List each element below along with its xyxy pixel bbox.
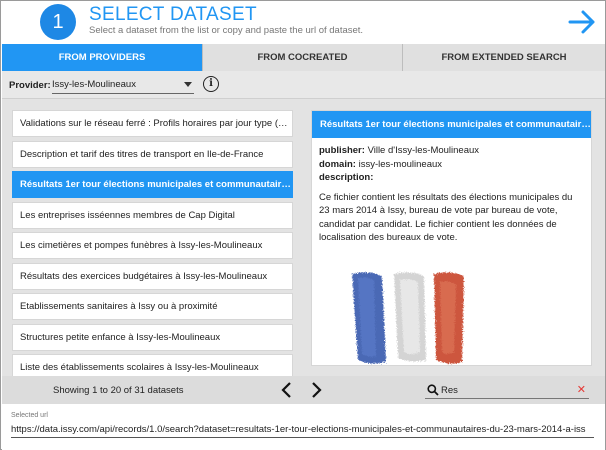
tab-from-extended-search[interactable]: FROM EXTENDED SEARCH — [403, 44, 605, 71]
list-item[interactable]: Etablissements sanitaires à Issy ou à pr… — [12, 293, 293, 320]
dataset-list: Validations sur le réseau ferré : Profil… — [12, 110, 293, 376]
search-icon — [427, 384, 439, 396]
page-subtitle: Select a dataset from the list or copy a… — [89, 25, 364, 36]
dataset-browser: Validations sur le réseau ferré : Profil… — [2, 99, 605, 376]
provider-selected-value: Issy-les-Moulineaux — [52, 79, 136, 90]
description-text: Ce fichier contient les résultats des él… — [319, 191, 573, 244]
list-item[interactable]: Les cimetières et pompes funèbres à Issy… — [12, 232, 293, 259]
provider-dropdown[interactable]: Issy-les-Moulineaux — [52, 76, 194, 94]
chevron-left-icon[interactable] — [279, 381, 295, 399]
publisher-value: Ville d'Issy-les-Moulineaux — [367, 145, 480, 156]
results-count: Showing 1 to 20 of 31 datasets — [53, 385, 184, 396]
page-title: SELECT DATASET — [89, 4, 257, 25]
arrow-right-icon[interactable] — [567, 7, 597, 37]
domain-value: issy-les-moulineaux — [358, 158, 443, 170]
list-item[interactable]: Liste des établissements scolaires à Iss… — [12, 354, 293, 376]
tab-from-cocreated[interactable]: FROM COCREATED — [203, 44, 403, 71]
source-tabs: FROM PROVIDERS FROM COCREATED FROM EXTEN… — [2, 44, 605, 71]
detail-title: Résultats 1er tour élections municipales… — [312, 111, 591, 138]
list-item[interactable]: Structures petite enfance à Issy-les-Mou… — [12, 323, 293, 351]
search-input[interactable] — [441, 382, 571, 398]
provider-bar: Provider: Issy-les-Moulineaux i — [2, 71, 605, 99]
tab-from-providers[interactable]: FROM PROVIDERS — [2, 44, 203, 71]
dataset-detail-card: Résultats 1er tour élections municipales… — [311, 110, 592, 366]
select-dataset-dialog: 1 SELECT DATASET Select a dataset from t… — [0, 0, 606, 450]
list-item[interactable]: Résultats des exercices budgétaires à Is… — [12, 262, 293, 290]
search-box: ✕ — [425, 382, 589, 399]
detail-meta: publisher: Ville d'Issy-les-Moulineaux d… — [312, 138, 591, 185]
list-item[interactable]: Validations sur le réseau ferré : Profil… — [12, 110, 293, 137]
provider-label: Provider: — [9, 80, 51, 91]
step-number-badge: 1 — [40, 4, 76, 40]
list-item-selected[interactable]: Résultats 1er tour élections municipales… — [12, 171, 293, 198]
list-item[interactable]: Description et tarif des titres de trans… — [12, 140, 293, 168]
clear-icon[interactable]: ✕ — [577, 383, 586, 396]
french-flag-brush-image — [352, 272, 464, 364]
domain-label: domain: — [319, 158, 356, 170]
header: 1 SELECT DATASET Select a dataset from t… — [1, 1, 605, 43]
selected-url-label: Selected url — [11, 412, 48, 419]
selected-url-panel: Selected url — [2, 404, 605, 450]
info-icon[interactable]: i — [203, 76, 219, 92]
chevron-right-icon[interactable] — [308, 381, 324, 399]
pagination-bar: Showing 1 to 20 of 31 datasets ✕ — [2, 376, 605, 404]
list-item[interactable]: Les entreprises isséennes membres de Cap… — [12, 201, 293, 229]
caret-down-icon — [184, 82, 192, 87]
publisher-label: publisher: — [319, 145, 365, 156]
selected-url-input[interactable] — [11, 421, 594, 438]
description-label: description: — [319, 172, 374, 183]
